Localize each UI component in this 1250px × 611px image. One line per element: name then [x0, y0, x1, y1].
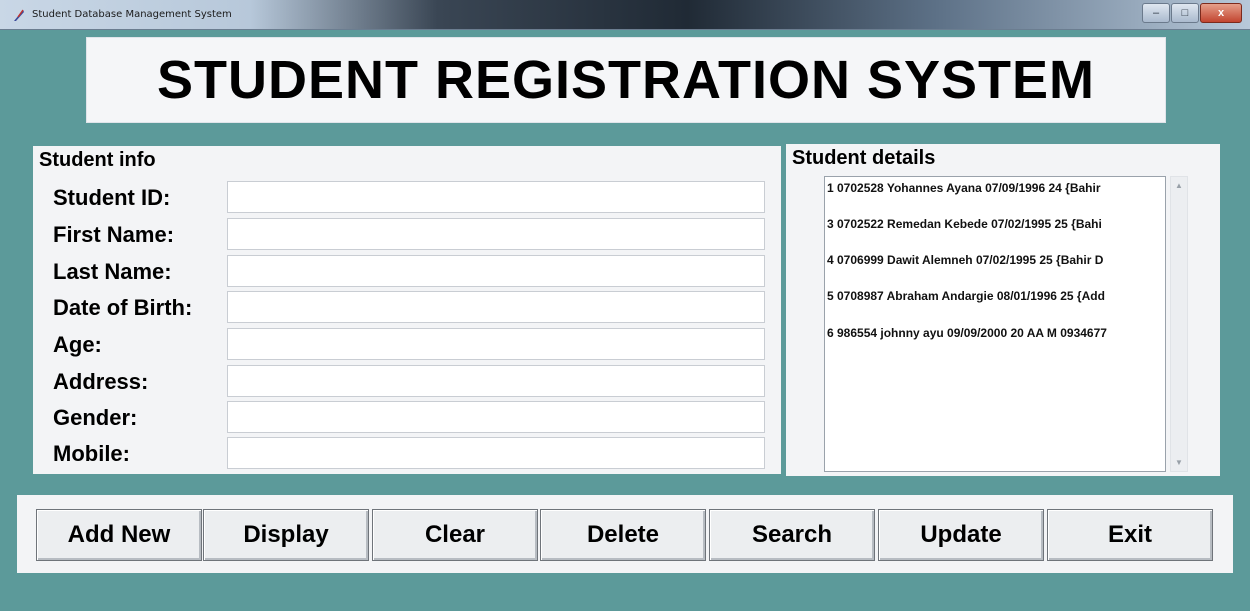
- student-details-panel: Student details 1 0702528 Yohannes Ayana…: [786, 144, 1220, 476]
- window-title: Student Database Management System: [32, 9, 232, 20]
- gender-label: Gender:: [53, 405, 138, 430]
- scroll-down-icon[interactable]: ▼: [1175, 458, 1183, 467]
- page-title: STUDENT REGISTRATION SYSTEM: [156, 50, 1096, 110]
- field-row-address: Address:: [53, 365, 773, 399]
- last-name-label: Last Name:: [53, 259, 172, 284]
- field-row-mobile: Mobile:: [53, 437, 773, 471]
- field-row-date-of-birth: Date of Birth:: [53, 291, 773, 325]
- list-item[interactable]: 3 0702522 Remedan Kebede 07/02/1995 25 {…: [827, 217, 1163, 231]
- student-details-label: Student details: [792, 147, 936, 169]
- student-id-label: Student ID:: [53, 185, 171, 210]
- student-id-input[interactable]: [227, 181, 765, 213]
- action-button-bar: Add New Display Clear Delete Search Upda…: [17, 495, 1233, 573]
- date-of-birth-input[interactable]: [227, 291, 765, 323]
- field-row-first-name: First Name:: [53, 218, 773, 252]
- age-input[interactable]: [227, 328, 765, 360]
- list-item[interactable]: 4 0706999 Dawit Alemneh 07/02/1995 25 {B…: [827, 253, 1163, 267]
- list-item[interactable]: 5 0708987 Abraham Andargie 08/01/1996 25…: [827, 289, 1163, 303]
- search-button[interactable]: Search: [709, 509, 875, 561]
- title-bar: Student Database Management System – □ x: [0, 0, 1250, 30]
- banner: STUDENT REGISTRATION SYSTEM: [86, 37, 1166, 123]
- age-label: Age:: [53, 332, 102, 357]
- delete-button[interactable]: Delete: [540, 509, 706, 561]
- feather-icon: [14, 9, 24, 21]
- maximize-button[interactable]: □: [1171, 3, 1199, 23]
- clear-button[interactable]: Clear: [372, 509, 538, 561]
- close-button[interactable]: x: [1200, 3, 1242, 23]
- vertical-scrollbar[interactable]: ▲ ▼: [1170, 176, 1188, 472]
- add-new-button[interactable]: Add New: [36, 509, 202, 561]
- mobile-input[interactable]: [227, 437, 765, 469]
- list-item[interactable]: 1 0702528 Yohannes Ayana 07/09/1996 24 {…: [827, 181, 1163, 195]
- last-name-input[interactable]: [227, 255, 765, 287]
- student-info-label: Student info: [39, 149, 156, 171]
- window-controls: – □ x: [1141, 3, 1242, 23]
- field-row-last-name: Last Name:: [53, 255, 773, 289]
- minimize-button[interactable]: –: [1142, 3, 1170, 23]
- field-row-age: Age:: [53, 328, 773, 362]
- update-button[interactable]: Update: [878, 509, 1044, 561]
- first-name-label: First Name:: [53, 222, 175, 247]
- exit-button[interactable]: Exit: [1047, 509, 1213, 561]
- list-item[interactable]: 6 986554 johnny ayu 09/09/2000 20 AA M 0…: [827, 326, 1163, 340]
- mobile-label: Mobile:: [53, 441, 130, 466]
- address-label: Address:: [53, 369, 149, 394]
- student-records-listbox[interactable]: 1 0702528 Yohannes Ayana 07/09/1996 24 {…: [824, 176, 1166, 472]
- field-row-gender: Gender:: [53, 401, 773, 435]
- display-button[interactable]: Display: [203, 509, 369, 561]
- student-info-panel: Student info Student ID: First Name: Las…: [33, 146, 781, 474]
- field-row-student-id: Student ID:: [53, 181, 773, 215]
- gender-input[interactable]: [227, 401, 765, 433]
- address-input[interactable]: [227, 365, 765, 397]
- scroll-up-icon[interactable]: ▲: [1175, 181, 1183, 190]
- first-name-input[interactable]: [227, 218, 765, 250]
- date-of-birth-label: Date of Birth:: [53, 295, 193, 320]
